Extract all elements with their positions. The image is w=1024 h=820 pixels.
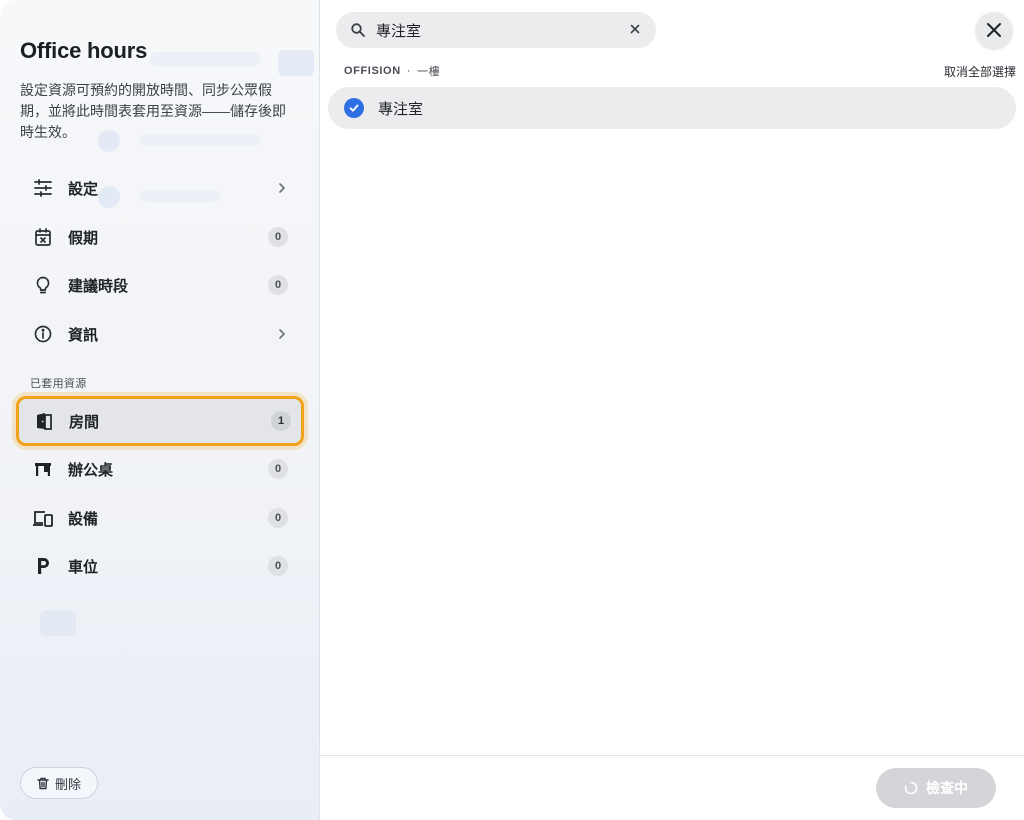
count-badge: 0 [268, 275, 288, 295]
spinner-icon [904, 781, 918, 795]
search-icon [350, 22, 366, 38]
search-bar [336, 12, 656, 48]
sidebar-item-settings[interactable]: 設定 [20, 166, 300, 210]
sidebar-item-holidays[interactable]: 假期 0 [20, 215, 300, 259]
chevron-right-icon [276, 328, 288, 340]
group-floor: 一樓 [417, 66, 441, 78]
chevron-right-icon [276, 182, 288, 194]
group-name: OFFISION [344, 65, 401, 77]
lightbulb-icon [32, 274, 54, 296]
page-title: Office hours [20, 38, 148, 63]
count-badge: 1 [271, 411, 291, 431]
sidebar-item-parking[interactable]: 車位 0 [20, 544, 300, 588]
trash-icon [37, 777, 49, 790]
sidebar-item-label: 設定 [68, 180, 99, 198]
page-description: 設定資源可預約的開放時間、同步公眾假期，並將此時間表套用至資源——儲存後即時生效… [20, 82, 286, 140]
clear-search-icon[interactable] [628, 22, 642, 36]
info-icon [32, 323, 54, 345]
count-badge: 0 [268, 227, 288, 247]
desk-icon [32, 458, 54, 480]
checking-label: 檢查中 [926, 780, 968, 796]
sidebar-item-info[interactable]: 資訊 [20, 312, 300, 356]
calendar-x-icon [32, 226, 54, 248]
sidebar-item-label: 建議時段 [68, 277, 129, 295]
count-badge: 0 [268, 459, 288, 479]
sidebar-item-label: 設備 [68, 510, 99, 528]
close-button[interactable] [976, 12, 1012, 48]
office-hours-dialog: Office hours 設定資源可預約的開放時間、同步公眾假期，並將此時間表套… [0, 0, 1024, 820]
sidebar-item-equipment[interactable]: 設備 0 [20, 496, 300, 540]
delete-label: 刪除 [54, 776, 81, 792]
sidebar: Office hours 設定資源可預約的開放時間、同步公眾假期，並將此時間表套… [0, 0, 320, 820]
footer-divider [320, 755, 1024, 756]
sidebar-item-rooms[interactable]: 房間 1 [16, 396, 304, 446]
sidebar-item-desks[interactable]: 辦公桌 0 [20, 447, 300, 491]
search-input[interactable] [376, 15, 616, 45]
count-badge: 0 [268, 556, 288, 576]
result-item[interactable]: 專注室 [328, 87, 1016, 129]
close-icon [986, 22, 1002, 38]
sidebar-item-label: 辦公桌 [68, 461, 114, 479]
checkbox-checked-icon[interactable] [344, 98, 364, 118]
sidebar-item-suggested-times[interactable]: 建議時段 0 [20, 263, 300, 307]
room-door-icon [33, 410, 55, 432]
checking-button[interactable]: 檢查中 [876, 768, 996, 808]
devices-icon [32, 507, 54, 529]
count-badge: 0 [268, 508, 288, 528]
section-label: 已套用資源 [30, 378, 87, 390]
sidebar-item-label: 資訊 [68, 326, 99, 344]
result-group-header: OFFISION · 一樓 [344, 63, 440, 79]
deselect-all-link[interactable]: 取消全部選擇 [944, 63, 1016, 80]
sidebar-item-label: 車位 [68, 558, 99, 576]
result-item-label: 專注室 [378, 100, 424, 118]
sliders-icon [32, 177, 54, 199]
parking-icon [32, 555, 54, 577]
delete-button[interactable]: 刪除 [20, 767, 98, 799]
group-separator: · [406, 65, 412, 77]
sidebar-item-label: 假期 [68, 229, 99, 247]
sidebar-item-label: 房間 [69, 413, 100, 431]
